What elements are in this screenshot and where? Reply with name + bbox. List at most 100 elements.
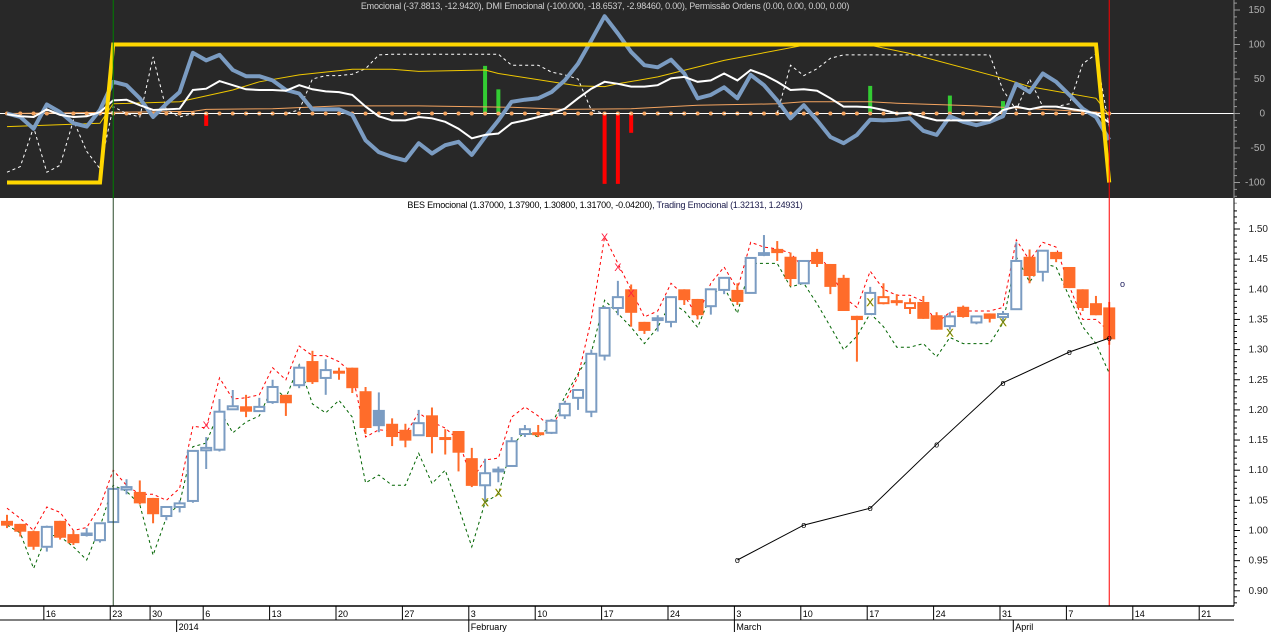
trading-point-marker: o: [1067, 347, 1072, 357]
candle-body: [1036, 249, 1049, 273]
candle-body: [1023, 256, 1036, 277]
permissao-dot: [1067, 111, 1072, 116]
candle-body: [412, 422, 425, 437]
permissao-dot: [1027, 111, 1032, 116]
date-tick-label: 23: [112, 609, 122, 619]
candle: [1076, 289, 1089, 312]
candle-body: [27, 531, 40, 547]
permissao-dot: [297, 111, 302, 116]
permissao-dot: [429, 111, 434, 116]
candle-body: [917, 301, 930, 319]
candle-body: [558, 402, 571, 417]
candle: [585, 349, 598, 418]
trading-point-marker: o: [868, 503, 873, 513]
candle-body: [226, 405, 239, 411]
permissao-dot: [71, 111, 76, 116]
candle-body: [718, 276, 731, 291]
candle-body: [266, 385, 279, 404]
sell-signal-marker: X: [627, 288, 635, 300]
permissao-dot: [987, 111, 992, 116]
permissao-dot: [164, 111, 169, 116]
permissao-dot: [522, 111, 527, 116]
permissao-dot: [868, 111, 873, 116]
candle-body: [133, 491, 146, 504]
price-axis-label: 1.05: [1249, 495, 1269, 506]
permissao-dot: [1014, 111, 1019, 116]
trading-point-marker: o: [801, 520, 806, 530]
candle: [797, 259, 810, 285]
candle: [837, 274, 850, 312]
trading-target-marker: o: [1120, 279, 1125, 289]
candle-body: [904, 302, 917, 309]
candle-body: [439, 437, 452, 441]
candle-body: [943, 315, 956, 328]
candle-body: [678, 289, 691, 301]
candle-body: [67, 534, 80, 544]
candle-body: [293, 366, 306, 387]
trading-point-marker: o: [735, 555, 740, 565]
month-tick-label: March: [736, 622, 761, 632]
permissao-dot: [416, 111, 421, 116]
price-axis-label: 0.90: [1249, 586, 1269, 597]
candle-body: [518, 428, 531, 436]
candle-body: [465, 458, 478, 486]
candle-body: [346, 367, 359, 389]
indicator-axis-label: 150: [1248, 5, 1265, 16]
price-legend: BES Emocional (1.37000, 1.37900, 1.30800…: [407, 200, 653, 210]
candle-body: [545, 419, 558, 434]
permissao-dot: [1080, 111, 1085, 116]
candle-body: [850, 315, 863, 321]
permissao-dot: [854, 111, 859, 116]
candle-body: [93, 522, 106, 542]
buy-signal-marker: X: [481, 497, 489, 509]
candle-body: [1, 520, 13, 526]
candle: [545, 418, 558, 435]
date-tick-label: 24: [670, 609, 680, 619]
candle-body: [837, 277, 850, 312]
month-tick-label: February: [471, 622, 508, 632]
permissao-dot: [828, 111, 833, 116]
candle-body: [651, 317, 664, 322]
date-tick-label: 30: [152, 609, 162, 619]
candle-body: [957, 306, 970, 318]
buy-signal-marker: X: [999, 317, 1007, 329]
date-tick-label: 14: [1135, 609, 1145, 619]
candle-body: [811, 251, 824, 264]
candle-body: [572, 389, 585, 399]
permissao-dot: [469, 111, 474, 116]
permissao-dot: [456, 111, 461, 116]
candle-body: [771, 248, 784, 254]
price-axis-label: 1.45: [1249, 254, 1269, 265]
price-axis-label: 1.15: [1249, 435, 1269, 446]
date-tick-label: 21: [1201, 609, 1211, 619]
date-tick-label: 3: [736, 609, 741, 619]
sell-signal-marker: X: [203, 420, 211, 432]
candle-body: [386, 423, 399, 438]
candle-body: [399, 429, 412, 441]
candle-body: [970, 315, 983, 324]
candle-body: [40, 525, 53, 548]
permissao-dot: [576, 111, 581, 116]
candle-body: [173, 502, 186, 508]
price-axis-label: 1.35: [1249, 314, 1269, 325]
permissao-dot: [801, 111, 806, 116]
candle-body: [704, 288, 717, 308]
candle-body: [1089, 303, 1102, 316]
candle-body: [1050, 251, 1063, 260]
candle-body: [638, 321, 651, 331]
candle-body: [425, 415, 438, 438]
candle-body: [611, 296, 624, 309]
candle-body: [492, 468, 505, 473]
permissao-dot: [921, 111, 926, 116]
price-axis-label: 1.50: [1249, 224, 1269, 235]
permissao-dot: [44, 111, 49, 116]
candle-body: [240, 406, 253, 412]
buy-signal-marker: X: [495, 488, 503, 500]
candle-body: [731, 289, 744, 302]
indicator-axis-label: 0: [1259, 109, 1265, 120]
sell-signal-marker: X: [614, 262, 622, 274]
permissao-dot: [363, 111, 368, 116]
candle: [598, 306, 611, 361]
date-tick-label: 10: [537, 609, 547, 619]
candle-body: [1076, 289, 1089, 308]
